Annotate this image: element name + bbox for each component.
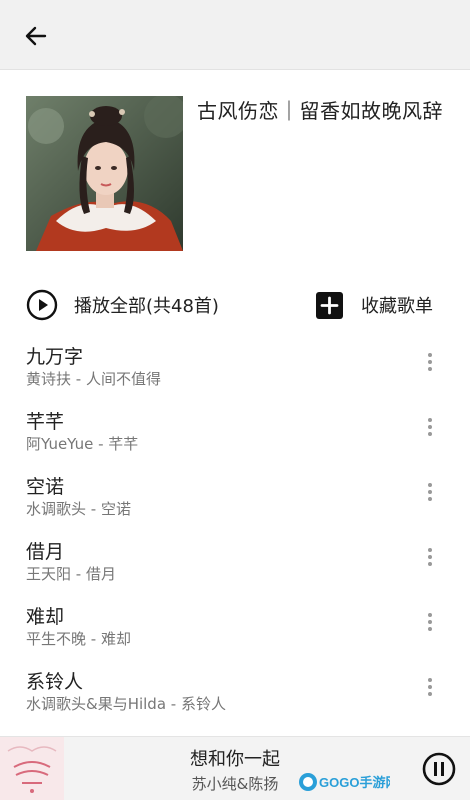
song-item[interactable]: 难却 平生不晚 - 难却 (0, 590, 470, 655)
play-all-button[interactable]: 播放全部(共48首) (26, 287, 219, 323)
more-vertical-icon (428, 613, 432, 631)
song-title: 空诺 (26, 476, 65, 498)
song-item[interactable]: 借月 王天阳 - 借月 (0, 525, 470, 590)
song-title: 难却 (26, 606, 65, 628)
song-subtitle: 水调歌头 - 空诺 (26, 500, 131, 518)
play-circle-icon (26, 289, 58, 321)
song-subtitle: 黄诗扶 - 人间不值得 (26, 370, 161, 388)
mini-player[interactable]: 想和你一起 苏小纯&陈扬 GOGO手游网 (0, 736, 470, 800)
song-item[interactable]: 系铃人 水调歌头&果与Hilda - 系铃人 (0, 655, 470, 720)
more-options-button[interactable] (420, 675, 440, 699)
more-options-button[interactable] (420, 480, 440, 504)
song-title: 芊芊 (26, 411, 65, 433)
song-title: 系铃人 (26, 671, 84, 693)
plus-square-icon (316, 291, 343, 319)
top-bar (0, 0, 470, 70)
more-options-button[interactable] (420, 350, 440, 374)
pause-button[interactable] (422, 752, 456, 786)
arrow-left-icon (25, 26, 47, 46)
more-vertical-icon (428, 483, 432, 501)
more-options-button[interactable] (420, 415, 440, 439)
song-title: 借月 (26, 541, 65, 563)
song-item[interactable]: 空诺 水调歌头 - 空诺 (0, 460, 470, 525)
watermark-text: GOGO手游网 (319, 775, 390, 790)
collect-playlist-label: 收藏歌单 (361, 296, 433, 317)
play-all-label: 播放全部(共48首) (74, 296, 219, 317)
more-vertical-icon (428, 678, 432, 696)
song-subtitle: 王天阳 - 借月 (26, 565, 116, 583)
collect-playlist-button[interactable]: 收藏歌单 (316, 290, 433, 320)
more-vertical-icon (428, 353, 432, 371)
more-options-button[interactable] (420, 545, 440, 569)
song-item[interactable]: 芊芊 阿YueYue - 芊芊 (0, 395, 470, 460)
pause-circle-icon (422, 752, 456, 786)
now-playing-artist: 苏小纯&陈扬 (191, 775, 279, 793)
watermark-logo: GOGO手游网 (298, 771, 398, 793)
playlist-cover-image (26, 96, 183, 251)
song-subtitle: 阿YueYue - 芊芊 (26, 435, 139, 453)
song-subtitle: 水调歌头&果与Hilda - 系铃人 (26, 695, 226, 713)
more-vertical-icon (428, 418, 432, 436)
now-playing-title: 想和你一起 (190, 749, 280, 770)
song-subtitle: 平生不晚 - 难却 (26, 630, 131, 648)
more-options-button[interactable] (420, 610, 440, 634)
song-title: 九万字 (26, 346, 84, 368)
playlist-title: 古风伤恋｜留香如故晚风辞 (197, 99, 443, 123)
more-vertical-icon (428, 548, 432, 566)
back-button[interactable] (18, 18, 54, 54)
song-item[interactable]: 九万字 黄诗扶 - 人间不值得 (0, 330, 470, 395)
